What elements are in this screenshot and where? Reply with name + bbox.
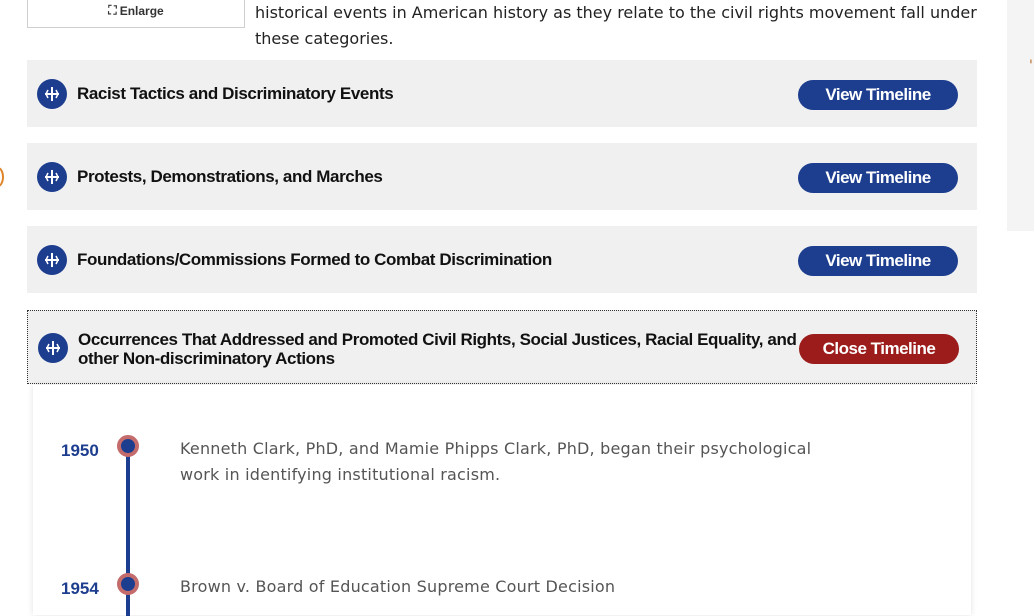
enlarge-icon: ⛶ xyxy=(108,3,117,17)
enlarge-button[interactable]: ⛶ Enlarge xyxy=(27,0,245,28)
category-title: Racist Tactics and Discriminatory Events xyxy=(77,84,394,103)
expand-icon[interactable] xyxy=(37,79,67,109)
category-title: Occurrences That Addressed and Promoted … xyxy=(78,330,797,368)
timeline-year: 1950 xyxy=(61,441,99,460)
category-title: Foundations/Commissions Formed to Combat… xyxy=(77,250,552,269)
category-foundations[interactable]: Foundations/Commissions Formed to Combat… xyxy=(27,226,977,293)
category-title: Protests, Demonstrations, and Marches xyxy=(77,167,383,186)
timeline-dot xyxy=(117,573,139,595)
close-timeline-button[interactable]: Close Timeline xyxy=(799,334,959,364)
category-racist-tactics[interactable]: Racist Tactics and Discriminatory Events… xyxy=(27,60,977,127)
category-occurrences[interactable]: Occurrences That Addressed and Promoted … xyxy=(27,310,977,384)
timeline-entry-text: Kenneth Clark, PhD, and Mamie Phipps Cla… xyxy=(180,439,812,484)
side-glyph: ' xyxy=(1029,58,1033,74)
category-protests[interactable]: Protests, Demonstrations, and Marches Vi… xyxy=(27,143,977,210)
timeline-entry-text: Brown v. Board of Education Supreme Cour… xyxy=(180,577,616,596)
timeline-dot xyxy=(117,435,139,457)
expand-icon[interactable] xyxy=(37,162,67,192)
expand-icon[interactable] xyxy=(37,245,67,275)
expand-icon[interactable] xyxy=(38,333,68,363)
view-timeline-button[interactable]: View Timeline xyxy=(798,246,958,276)
timeline-year: 1954 xyxy=(61,579,99,598)
right-side-panel xyxy=(1007,0,1034,231)
view-timeline-button[interactable]: View Timeline xyxy=(798,80,958,110)
left-edge-marker xyxy=(0,167,4,187)
view-timeline-button[interactable]: View Timeline xyxy=(798,163,958,193)
intro-paragraph: historical events in American history as… xyxy=(255,3,977,48)
enlarge-label: Enlarge xyxy=(119,3,164,18)
